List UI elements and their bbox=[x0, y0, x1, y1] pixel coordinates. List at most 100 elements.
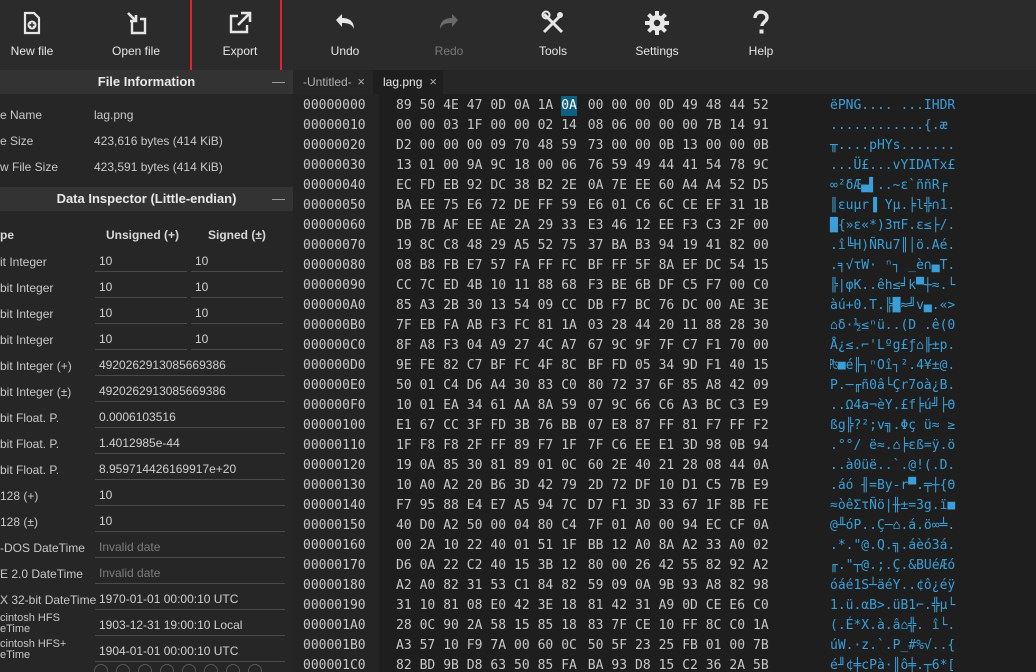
ascii-text[interactable]: úW.·z.`.P_#%√..{ bbox=[830, 636, 955, 656]
hex-byte[interactable]: 92 bbox=[729, 556, 745, 576]
hex-byte[interactable]: 81 bbox=[490, 456, 506, 476]
inspector-value-field[interactable]: 8.959714426169917e+20 bbox=[95, 458, 285, 480]
hex-byte[interactable]: E9 bbox=[753, 396, 769, 416]
hex-byte[interactable]: 00 bbox=[659, 516, 675, 536]
ascii-text[interactable]: .╕√τW· ⁿ┐ _è∩▄T. bbox=[830, 256, 955, 276]
ascii-text[interactable]: ╠|φK..êh≤╛k▀┼≈.└ bbox=[830, 276, 955, 296]
hex-byte[interactable]: 09 bbox=[611, 576, 627, 596]
hex-byte[interactable]: 9A bbox=[467, 156, 483, 176]
hex-byte[interactable]: 79 bbox=[561, 476, 577, 496]
hex-byte[interactable]: 31 bbox=[635, 596, 651, 616]
hex-byte[interactable]: 00 bbox=[514, 636, 530, 656]
hex-byte[interactable]: BA bbox=[588, 656, 604, 672]
hex-byte[interactable]: 00 bbox=[420, 136, 436, 156]
hex-byte[interactable]: 00 bbox=[706, 136, 722, 156]
unsigned-value-field[interactable]: 10 bbox=[95, 328, 187, 350]
hex-byte[interactable]: 31 bbox=[467, 576, 483, 596]
hex-byte[interactable]: 53 bbox=[490, 576, 506, 596]
hex-byte[interactable]: 2D bbox=[588, 476, 604, 496]
hex-byte[interactable]: A4 bbox=[706, 176, 722, 196]
close-icon[interactable]: × bbox=[357, 70, 365, 94]
hex-byte[interactable]: 72 bbox=[611, 376, 627, 396]
hex-byte[interactable]: 18 bbox=[514, 156, 530, 176]
hex-byte[interactable]: 80 bbox=[538, 516, 554, 536]
hex-byte[interactable]: 06 bbox=[561, 156, 577, 176]
hex-byte[interactable]: 0B bbox=[753, 136, 769, 156]
hex-byte[interactable]: BD bbox=[420, 656, 436, 672]
inspector-value-field[interactable]: 1903-12-31 19:00:10 Local bbox=[95, 614, 285, 636]
hex-byte[interactable]: 15 bbox=[753, 356, 769, 376]
hex-byte[interactable]: 00 bbox=[588, 96, 604, 116]
hex-byte[interactable]: 88 bbox=[706, 316, 722, 336]
close-icon[interactable]: × bbox=[429, 70, 437, 94]
hex-byte[interactable]: 00 bbox=[635, 136, 651, 156]
hex-byte[interactable]: 50 bbox=[588, 636, 604, 656]
hex-byte[interactable]: 07 bbox=[588, 396, 604, 416]
hex-byte[interactable]: 9E bbox=[396, 356, 412, 376]
hex-byte[interactable]: E6 bbox=[729, 596, 745, 616]
hex-byte[interactable]: 7B bbox=[420, 216, 436, 236]
hex-byte[interactable]: 15 bbox=[514, 616, 530, 636]
hex-byte[interactable]: DC bbox=[682, 296, 698, 316]
hex-byte[interactable]: 1F bbox=[561, 536, 577, 556]
hex-byte[interactable]: DF bbox=[659, 276, 675, 296]
inspector-value-field[interactable]: 0.0006103516 bbox=[95, 406, 285, 428]
hex-byte[interactable]: 15 bbox=[659, 656, 675, 672]
hex-byte[interactable]: 59 bbox=[588, 576, 604, 596]
hex-byte[interactable]: 76 bbox=[588, 156, 604, 176]
hex-byte[interactable]: 42 bbox=[514, 596, 530, 616]
hex-byte[interactable]: F1 bbox=[706, 356, 722, 376]
hex-byte[interactable]: 8A bbox=[538, 396, 554, 416]
hex-byte[interactable]: 00 bbox=[706, 296, 722, 316]
hex-byte[interactable]: 33 bbox=[561, 216, 577, 236]
hex-byte[interactable]: 33 bbox=[706, 536, 722, 556]
hex-byte[interactable]: 2E bbox=[561, 176, 577, 196]
hex-byte[interactable]: 14 bbox=[561, 116, 577, 136]
hex-byte[interactable]: 78 bbox=[729, 156, 745, 176]
hex-byte[interactable]: 00 bbox=[753, 336, 769, 356]
hex-byte[interactable]: 9C bbox=[611, 396, 627, 416]
signed-value-field[interactable]: 10 bbox=[191, 302, 283, 324]
hex-byte[interactable]: 06 bbox=[611, 116, 627, 136]
hex-byte[interactable]: 84 bbox=[538, 576, 554, 596]
hex-byte[interactable]: C2 bbox=[682, 656, 698, 672]
hex-byte[interactable]: 82 bbox=[561, 576, 577, 596]
hex-byte[interactable]: 59 bbox=[561, 196, 577, 216]
hex-byte[interactable]: 50 bbox=[396, 376, 412, 396]
hex-byte[interactable]: 28 bbox=[396, 616, 412, 636]
hex-byte[interactable]: 10 bbox=[659, 616, 675, 636]
hex-byte[interactable]: EE bbox=[467, 216, 483, 236]
hex-byte[interactable]: 08 bbox=[706, 456, 722, 476]
hex-byte[interactable]: C6 bbox=[611, 436, 627, 456]
hex-byte[interactable]: 9D bbox=[682, 356, 698, 376]
hex-byte[interactable]: 01 bbox=[420, 396, 436, 416]
hex-byte[interactable]: 33 bbox=[659, 496, 675, 516]
hex-byte[interactable]: 00 bbox=[443, 156, 459, 176]
ascii-text[interactable]: ⌂δ·½≤ⁿü..(D .ê(0 bbox=[830, 316, 955, 336]
hex-byte[interactable]: FF bbox=[538, 256, 554, 276]
hex-byte[interactable]: 83 bbox=[588, 616, 604, 636]
hex-byte[interactable]: A2 bbox=[753, 556, 769, 576]
hex-byte[interactable]: 51 bbox=[538, 536, 554, 556]
hex-byte[interactable]: 37 bbox=[588, 236, 604, 256]
new-file-button[interactable]: New file bbox=[0, 0, 82, 70]
hex-byte[interactable]: D0 bbox=[420, 516, 436, 536]
hex-byte[interactable]: A5 bbox=[514, 496, 530, 516]
hex-byte[interactable]: BF bbox=[588, 256, 604, 276]
hex-byte[interactable]: CE bbox=[706, 596, 722, 616]
hex-byte[interactable]: A0 bbox=[420, 576, 436, 596]
hex-byte[interactable]: 55 bbox=[682, 556, 698, 576]
hex-byte[interactable]: 89 bbox=[396, 96, 412, 116]
hex-byte[interactable]: 75 bbox=[443, 196, 459, 216]
hex-byte[interactable]: 1F bbox=[706, 496, 722, 516]
hex-byte[interactable]: 04 bbox=[514, 516, 530, 536]
hex-byte[interactable]: 41 bbox=[706, 236, 722, 256]
hex-byte[interactable]: 01 bbox=[538, 456, 554, 476]
hex-byte[interactable]: 01 bbox=[611, 516, 627, 536]
hex-byte[interactable]: E1 bbox=[396, 416, 412, 436]
nav-dot[interactable] bbox=[204, 664, 218, 672]
hex-byte[interactable]: FD bbox=[420, 176, 436, 196]
hex-byte[interactable]: FA bbox=[561, 656, 577, 672]
hex-byte[interactable]: C4 bbox=[561, 516, 577, 536]
inspector-value-field[interactable]: 1.4012985e-44 bbox=[95, 432, 285, 454]
